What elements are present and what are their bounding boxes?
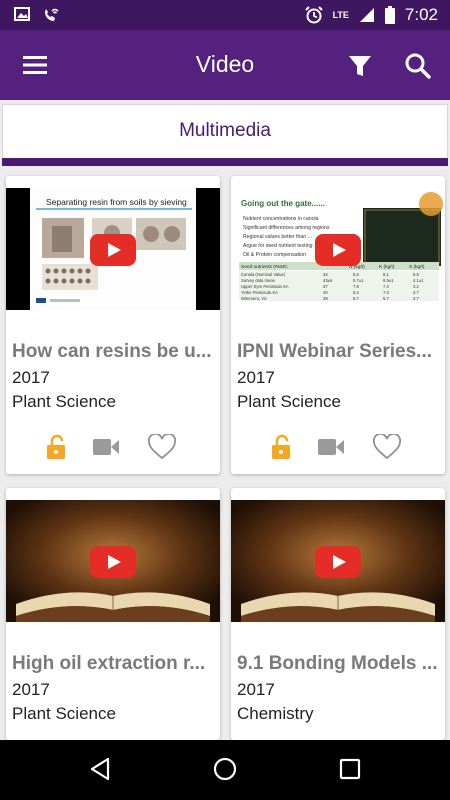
signal-icon	[359, 8, 374, 22]
thumb-table-header: K (kg/t)	[379, 264, 395, 270]
thumb-bullet: Argue for seed nutrient testing	[243, 243, 313, 249]
heart-icon[interactable]	[373, 434, 401, 460]
card-actions	[231, 434, 445, 464]
thumb-table-cell: 4.1±1	[413, 278, 424, 283]
thumb-heading: Going out the gate......	[241, 199, 325, 208]
image-icon	[14, 7, 30, 21]
unlock-icon[interactable]	[46, 434, 68, 460]
video-card[interactable]: 9.1 Bonding Models ... 2017 Chemistry	[231, 488, 445, 740]
video-category: Plant Science	[12, 704, 116, 723]
play-button[interactable]	[315, 234, 361, 266]
video-title: How can resins be u...	[12, 341, 212, 362]
status-bar: LTE 7:02	[0, 0, 450, 30]
thumb-table-cell: 5.7	[353, 296, 359, 301]
page-title: Video	[195, 51, 255, 77]
video-title: High oil extraction r...	[12, 653, 206, 674]
thumb-table-cell: 6.9±1	[383, 278, 394, 283]
lte-signal-icon: LTE	[332, 10, 349, 20]
thumb-bullet: Significant differences among regions	[243, 225, 330, 231]
tab-label: Multimedia	[179, 120, 271, 141]
thumb-table-cell: Survey data mean	[241, 278, 276, 283]
filter-icon[interactable]	[346, 52, 374, 80]
video-thumbnail[interactable]	[6, 500, 220, 622]
video-card[interactable]: Separating resin from soils by sieving H…	[6, 176, 220, 474]
tab-multimedia[interactable]: Multimedia	[2, 104, 448, 158]
alarm-icon	[304, 6, 323, 24]
thumb-table-cell: 6.7	[383, 296, 389, 301]
thumb-bullet: Oil & Protein compensation	[243, 252, 306, 258]
unlock-icon[interactable]	[271, 434, 293, 460]
thumb-bullet: Nutrient concentrations in canola	[243, 216, 319, 222]
video-year: 2017	[237, 368, 275, 387]
thumb-table-cell: Canola (Nominal Value)	[241, 272, 286, 277]
back-icon[interactable]	[88, 756, 114, 782]
card-actions	[6, 434, 220, 464]
search-icon[interactable]	[404, 52, 432, 80]
video-title: IPNI Webinar Series...	[237, 341, 433, 362]
battery-icon	[384, 6, 395, 24]
thumb-table-header: S (kg/t)	[409, 264, 425, 270]
thumb-table-cell: 5.5	[413, 272, 419, 277]
video-camera-icon[interactable]	[92, 436, 120, 458]
tab-indicator	[2, 158, 448, 166]
video-thumbnail[interactable]: Going out the gate...... Nutrient concen…	[231, 188, 445, 310]
thumb-table-cell: 39	[323, 296, 328, 301]
thumb-table-cell: 6.2	[353, 290, 359, 295]
thumb-table-cell: 3.7	[413, 296, 419, 301]
thumb-table-cell: Wimmera, Vic	[241, 296, 267, 301]
thumb-table-cell: 7.4	[383, 284, 389, 289]
video-year: 2017	[12, 680, 50, 699]
video-card[interactable]: Going out the gate...... Nutrient concen…	[231, 176, 445, 474]
video-thumbnail[interactable]	[231, 500, 445, 622]
video-card[interactable]: High oil extraction r... 2017 Plant Scie…	[6, 488, 220, 740]
thumb-table-cell: 34	[323, 272, 328, 277]
thumb-bullet: Regional values better than ...	[243, 234, 312, 240]
video-category: Plant Science	[12, 392, 116, 411]
play-button[interactable]	[90, 234, 136, 266]
heart-icon[interactable]	[148, 434, 176, 460]
play-button[interactable]	[90, 546, 136, 578]
video-camera-icon[interactable]	[317, 436, 345, 458]
thumb-table-cell: 8.1	[383, 272, 389, 277]
thumb-table-cell: 5.6	[353, 272, 359, 277]
video-thumbnail[interactable]: Separating resin from soils by sieving	[6, 188, 220, 310]
status-time: 7:02	[404, 5, 438, 24]
thumb-heading: Separating resin from soils by sieving	[46, 197, 187, 207]
home-icon[interactable]	[212, 756, 238, 782]
navigation-bar	[0, 740, 450, 800]
thumb-table-cell: 43±6	[323, 278, 333, 283]
video-category: Chemistry	[237, 704, 314, 723]
thumb-table-header: Seed nutrients 0%MC	[241, 264, 288, 270]
phone-wifi-icon	[45, 8, 59, 21]
tab-bar: Multimedia	[0, 100, 450, 166]
thumb-table-cell: 3.7	[413, 290, 419, 295]
thumb-table-cell: 3.2	[413, 284, 419, 289]
play-button[interactable]	[315, 546, 361, 578]
video-year: 2017	[237, 680, 275, 699]
thumb-table-cell: 7.8	[353, 284, 359, 289]
thumb-table-cell: 7.3	[383, 290, 389, 295]
recents-icon[interactable]	[338, 757, 362, 781]
video-year: 2017	[12, 368, 50, 387]
thumb-table-cell: Upper Eyre Peninsula SA	[241, 284, 289, 289]
thumb-table-cell: 5.7±1	[353, 278, 364, 283]
video-category: Plant Science	[237, 392, 341, 411]
app-bar: Video	[0, 30, 450, 100]
video-title: 9.1 Bonding Models ...	[237, 653, 438, 674]
thumb-table-cell: 37	[323, 284, 328, 289]
thumb-table-cell: 40	[323, 290, 328, 295]
thumb-table-cell: Yorke Peninsula SA	[241, 290, 278, 295]
